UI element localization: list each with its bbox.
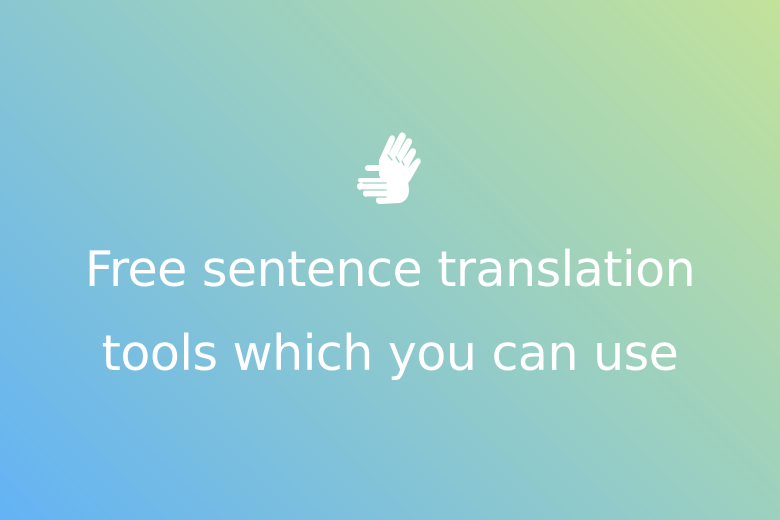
headline: Free sentence translation tools which yo… [0, 228, 780, 396]
headline-line-2: tools which you can use [101, 325, 679, 382]
headline-line-1: Free sentence translation [84, 241, 696, 298]
hero-banner: Free sentence translation tools which yo… [0, 0, 780, 520]
sign-language-hands-icon [355, 130, 425, 206]
